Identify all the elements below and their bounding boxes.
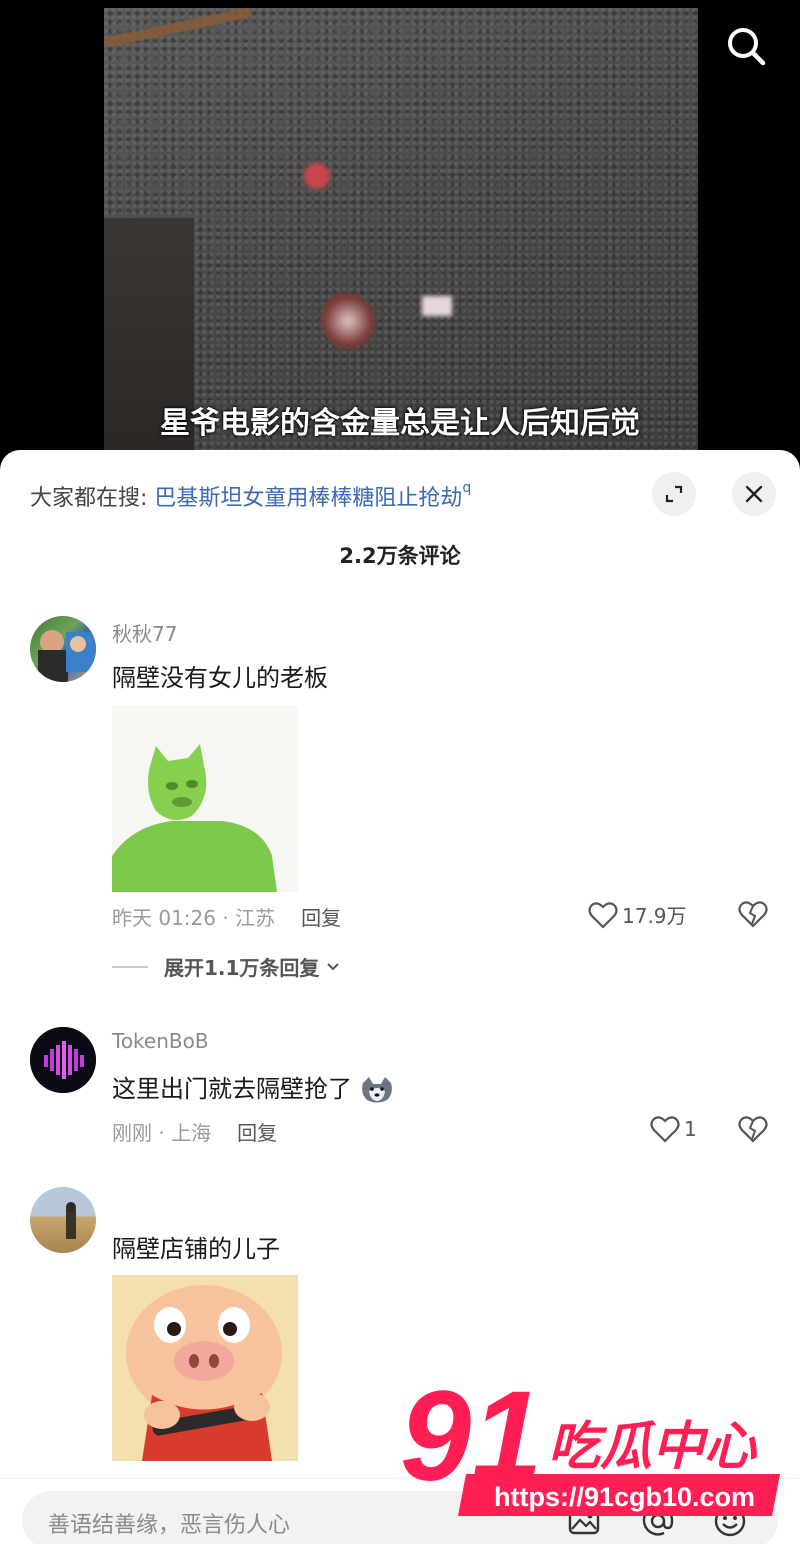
video-candy-red bbox=[304, 163, 330, 189]
like-count: 17.9万 bbox=[622, 904, 687, 928]
search-icon bbox=[728, 28, 766, 66]
input-placeholder: 善语结善缘，恶言伤人心 bbox=[48, 1513, 291, 1538]
pig-cartoon-sticker bbox=[112, 1275, 298, 1461]
comment-username[interactable]: TokenBoB bbox=[112, 1029, 209, 1053]
divider-dash bbox=[112, 965, 148, 968]
avatar[interactable] bbox=[30, 1187, 96, 1253]
reply-button[interactable]: 回复 bbox=[301, 906, 341, 930]
comment-text: 这里出门就去隔壁抢了 bbox=[112, 1069, 394, 1105]
avatar-image bbox=[30, 1027, 96, 1093]
comment-text: 隔壁没有女儿的老板 bbox=[112, 664, 328, 692]
comment-meta: 昨天 01:26 · 江苏 回复 bbox=[112, 902, 341, 931]
hot-search-link[interactable]: 巴基斯坦女童用棒棒糖阻止抢劫 bbox=[154, 486, 462, 511]
site-watermark-logo: 91 吃瓜中心 https://91cgb10.com bbox=[398, 1363, 790, 1524]
comment-username[interactable]: 秋秋77 bbox=[112, 618, 177, 647]
hot-search-bar[interactable]: 大家都在搜: 巴基斯坦女童用棒棒糖阻止抢劫𝗊 bbox=[30, 480, 471, 512]
green-cat-sticker bbox=[112, 706, 298, 892]
comment-time-location: 昨天 01:26 · 江苏 bbox=[112, 906, 276, 930]
watermark-brand: 吃瓜中心 bbox=[548, 1417, 758, 1477]
close-icon bbox=[745, 485, 763, 503]
heart-icon bbox=[650, 1116, 680, 1143]
watermark-graphic: 91 吃瓜中心 https://91cgb10.com bbox=[398, 1363, 780, 1516]
like-button[interactable]: 1 bbox=[650, 1115, 697, 1143]
avatar-image bbox=[38, 630, 96, 682]
expand-replies-label: 展开1.1万条回复 bbox=[164, 956, 320, 980]
avatar[interactable] bbox=[30, 616, 96, 682]
like-count: 1 bbox=[684, 1117, 697, 1141]
watermark-url: https://91cgb10.com bbox=[494, 1482, 755, 1512]
video-subtitle: 星爷电影的含金量总是让人后知后觉 bbox=[160, 406, 640, 441]
dislike-button[interactable] bbox=[738, 1115, 768, 1145]
comment-sticker-image[interactable] bbox=[112, 1275, 298, 1461]
dislike-button[interactable] bbox=[738, 900, 768, 930]
hot-search-label: 大家都在搜: bbox=[30, 486, 155, 511]
small-search-icon: 𝗊 bbox=[462, 480, 472, 496]
comment-count: 2.2万条评论 bbox=[339, 544, 461, 568]
broken-heart-icon bbox=[738, 901, 768, 928]
like-button[interactable]: 17.9万 bbox=[588, 900, 687, 929]
video-lollipop-stick bbox=[102, 6, 252, 48]
reply-button[interactable]: 回复 bbox=[237, 1121, 277, 1145]
chevron-down-icon bbox=[327, 962, 340, 970]
expand-replies-button[interactable]: 展开1.1万条回复 bbox=[112, 952, 343, 981]
husky-emoji-icon bbox=[361, 1077, 392, 1103]
video-candy-paper bbox=[422, 296, 452, 316]
avatar-image bbox=[66, 1202, 76, 1239]
comment-sticker-image[interactable] bbox=[112, 706, 298, 892]
expand-icon bbox=[665, 485, 683, 503]
search-button[interactable] bbox=[722, 22, 770, 70]
video-candy-wrapper bbox=[322, 293, 374, 349]
comment-meta: 刚刚 · 上海 回复 bbox=[112, 1117, 277, 1146]
comment-time-location: 刚刚 · 上海 bbox=[112, 1121, 212, 1145]
broken-heart-icon bbox=[738, 1116, 768, 1143]
close-panel-button[interactable] bbox=[732, 472, 776, 516]
video-player[interactable]: 星爷电影的含金量总是让人后知后觉 bbox=[0, 0, 800, 470]
comment-text-content: 这里出门就去隔壁抢了 bbox=[112, 1075, 352, 1103]
expand-panel-button[interactable] bbox=[652, 472, 696, 516]
heart-icon bbox=[588, 901, 618, 929]
comment-text: 隔壁店铺的儿子 bbox=[112, 1235, 280, 1263]
avatar[interactable] bbox=[30, 1027, 96, 1093]
